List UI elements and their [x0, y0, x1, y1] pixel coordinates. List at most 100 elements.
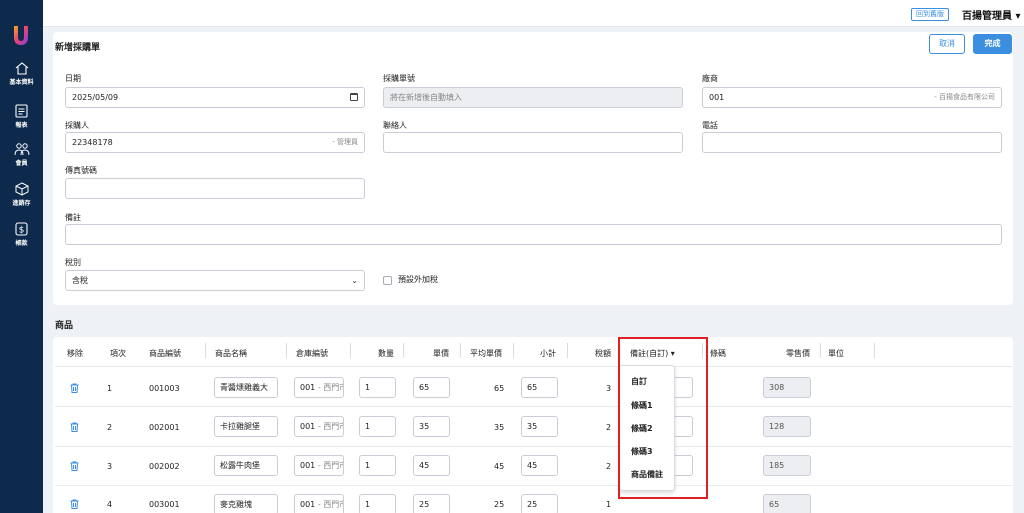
- buyer-field[interactable]: 22348178 - 管理員: [65, 132, 365, 153]
- inventory-box-icon: [15, 182, 28, 196]
- subtotal-input[interactable]: 65: [521, 377, 558, 398]
- price-input[interactable]: 45: [413, 455, 450, 476]
- done-button[interactable]: 完成: [973, 34, 1012, 54]
- col-subtotal: 小計: [540, 349, 556, 358]
- sidebar-item-label: 基本資料: [9, 79, 34, 86]
- page-title: 新增採購單: [55, 43, 101, 53]
- subtotal-input[interactable]: 25: [521, 494, 558, 513]
- date-value: 2025/05/09: [72, 93, 119, 102]
- purchase-order-form-card: [53, 32, 1013, 305]
- col-product-name: 商品名稱: [215, 349, 247, 358]
- chevron-down-icon: ⌄: [351, 276, 358, 285]
- tax-type-value: 含稅: [72, 276, 88, 285]
- highlight-box: [618, 337, 708, 499]
- qty-input[interactable]: 1: [359, 455, 396, 476]
- product-code: 002002: [149, 462, 180, 471]
- top-bar: [43, 0, 1024, 27]
- default-extra-tax-checkbox[interactable]: [383, 276, 392, 285]
- fax-label: 傳真號碼: [65, 166, 97, 175]
- avg-price: 45: [494, 462, 505, 471]
- qty-input[interactable]: 1: [359, 377, 396, 398]
- phone-label: 電話: [702, 121, 718, 130]
- product-code: 002001: [149, 423, 180, 432]
- buyer-role: - 管理員: [332, 138, 358, 146]
- trash-icon[interactable]: [70, 422, 79, 432]
- product-name-input[interactable]: 卡拉雞腿堡: [214, 416, 278, 437]
- warehouse-name: - 西門市: [317, 461, 343, 470]
- products-section-title: 商品: [55, 321, 74, 331]
- phone-field[interactable]: [702, 132, 1002, 153]
- col-tax: 稅額: [595, 349, 611, 358]
- item-no: 4: [107, 500, 113, 509]
- price-input[interactable]: 65: [413, 377, 450, 398]
- price-input[interactable]: 35: [413, 416, 450, 437]
- note-field[interactable]: [65, 224, 1002, 245]
- members-icon: [14, 143, 29, 156]
- sidebar-item-members[interactable]: 會員: [0, 142, 43, 167]
- col-retail-price: 零售價: [786, 349, 810, 358]
- product-name-input[interactable]: 松露牛肉堡: [214, 455, 278, 476]
- tax-amount: 2: [606, 462, 612, 471]
- warehouse-code: 001: [300, 422, 316, 431]
- item-no: 1: [107, 384, 113, 393]
- warehouse-code: 001: [300, 383, 316, 392]
- warehouse-input[interactable]: 001 - 西門市: [294, 416, 344, 437]
- subtotal-input[interactable]: 35: [521, 416, 558, 437]
- qty-input[interactable]: 1: [359, 494, 396, 513]
- cancel-button[interactable]: 取消: [929, 34, 965, 54]
- col-remove: 移除: [67, 349, 83, 358]
- subtotal-input[interactable]: 45: [521, 455, 558, 476]
- fax-field[interactable]: [65, 178, 365, 199]
- order-no-field: 將在新增後自動填入: [383, 87, 683, 108]
- tax-type-select[interactable]: 含稅 ⌄: [65, 270, 365, 291]
- col-avg-price: 平均單價: [470, 349, 502, 358]
- warehouse-input[interactable]: 001 - 西門市: [294, 494, 344, 513]
- tax-type-label: 稅別: [65, 258, 81, 267]
- note-label: 備註: [65, 213, 81, 222]
- user-menu[interactable]: 百揚管理員 ▾: [962, 7, 1021, 22]
- warehouse-name: - 西門市: [317, 422, 343, 431]
- sidebar-item-label: 會員: [15, 160, 28, 167]
- vendor-code: 001: [709, 93, 725, 102]
- vendor-field[interactable]: 001 - 百揚食品有限公司: [702, 87, 1002, 108]
- sidebar-item-inventory[interactable]: 進銷存: [0, 182, 43, 207]
- avg-price: 35: [494, 423, 505, 432]
- warehouse-name: - 西門市: [317, 383, 343, 392]
- contact-field[interactable]: [383, 132, 683, 153]
- sidebar-item-label: 報表: [15, 122, 28, 129]
- calendar-icon[interactable]: [350, 93, 358, 101]
- price-input[interactable]: 25: [413, 494, 450, 513]
- sidebar-item-accounts[interactable]: $ 帳款: [0, 222, 43, 247]
- warehouse-input[interactable]: 001 - 西門市: [294, 377, 344, 398]
- col-product-code: 商品編號: [149, 349, 181, 358]
- brand-logo: [14, 26, 28, 45]
- svg-text:$: $: [19, 226, 25, 236]
- warehouse-code: 001: [300, 500, 316, 509]
- product-code: 003001: [149, 500, 180, 509]
- warehouse-code: 001: [300, 461, 316, 470]
- default-extra-tax-label: 預設外加稅: [398, 275, 438, 284]
- back-to-old-version-button[interactable]: 回到舊版: [911, 8, 949, 21]
- col-price: 單價: [433, 349, 449, 358]
- sidebar-item-reports[interactable]: 報表: [0, 104, 43, 129]
- trash-icon[interactable]: [70, 499, 79, 509]
- tax-amount: 3: [606, 384, 612, 393]
- warehouse-input[interactable]: 001 - 西門市: [294, 455, 344, 476]
- retail-price: 185: [763, 455, 811, 476]
- sidebar-item-label: 進銷存: [12, 200, 31, 207]
- col-barcode: 條碼: [710, 349, 726, 358]
- date-field[interactable]: 2025/05/09: [65, 87, 365, 108]
- trash-icon[interactable]: [70, 383, 79, 393]
- sidebar-item-label: 帳款: [15, 240, 28, 247]
- sidebar-item-basic[interactable]: 基本資料: [0, 62, 43, 86]
- tax-amount: 1: [606, 500, 612, 509]
- product-name-input[interactable]: 青醬燻雞義大: [214, 377, 278, 398]
- trash-icon[interactable]: [70, 461, 79, 471]
- tax-amount: 2: [606, 423, 612, 432]
- date-label: 日期: [65, 74, 81, 83]
- col-item-no: 項次: [110, 349, 126, 358]
- product-name-input[interactable]: 麥克雞塊: [214, 494, 278, 513]
- retail-price: 308: [763, 377, 811, 398]
- retail-price: 128: [763, 416, 811, 437]
- qty-input[interactable]: 1: [359, 416, 396, 437]
